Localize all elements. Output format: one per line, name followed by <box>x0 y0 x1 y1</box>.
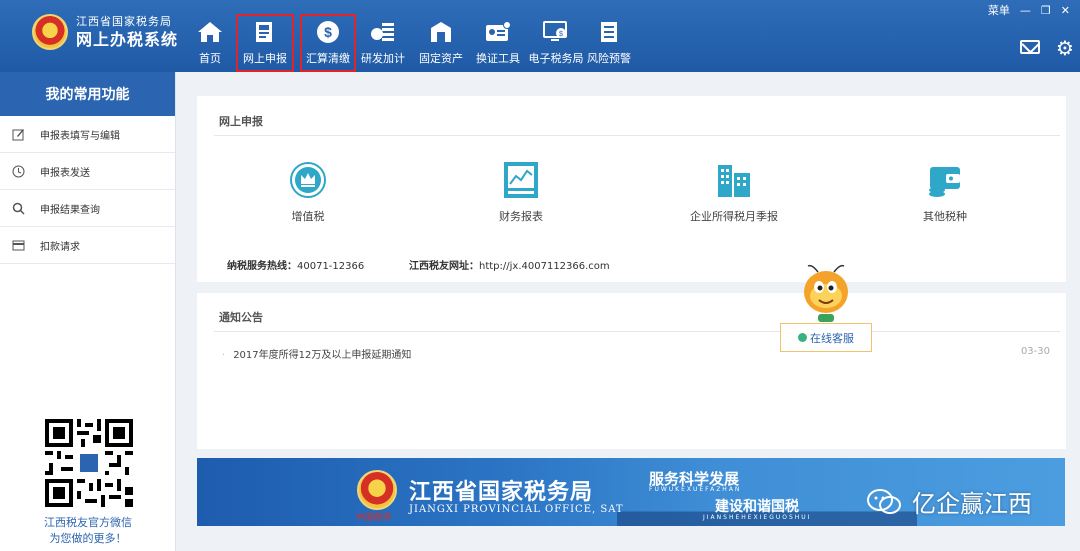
online-status-icon <box>798 333 807 342</box>
wallet-icon <box>11 238 25 252</box>
nav-e-tax-bureau[interactable]: $ 电子税务局 <box>528 14 584 72</box>
checklist-icon <box>596 19 622 45</box>
watermark-text: 亿企赢江西 <box>912 490 1032 518</box>
mascot-ant-icon <box>800 262 856 326</box>
sidebar: 我的常用功能 申报表填写与编辑 申报表发送 申报结果查询 扣款请求 江西税友官方… <box>0 72 176 551</box>
sidebar-item-label: 申报表发送 <box>40 167 90 179</box>
id-card-icon <box>485 19 511 45</box>
wechat-icon <box>866 488 902 516</box>
nav-home[interactable]: 首页 <box>189 14 231 72</box>
nav-annual-settlement[interactable]: $ 汇算清缴 <box>300 14 356 72</box>
sidebar-item-label: 扣款请求 <box>40 241 80 253</box>
banner-china-tax: 中国税务 <box>355 513 392 523</box>
declaration-title: 网上申报 <box>219 115 263 128</box>
notice-item[interactable]: · 2017年度所得12万及以上申报延期通知 03-30 <box>222 346 1050 361</box>
close-button[interactable]: ✕ <box>1061 4 1070 17</box>
nav-annual-settlement-label: 汇算清缴 <box>306 52 350 65</box>
website-label: 江西税友网址： <box>409 261 479 272</box>
nav-fixed-assets[interactable]: 固定资产 <box>414 14 468 72</box>
building-icon <box>428 19 454 45</box>
sidebar-item-send[interactable]: 申报表发送 <box>0 153 175 190</box>
nav-risk-warning[interactable]: 风险预警 <box>586 14 632 72</box>
search-icon <box>11 201 25 215</box>
monitor-icon: $ <box>543 19 569 45</box>
declare-financial-report-label: 财务报表 <box>499 210 543 223</box>
coins-icon <box>370 19 396 45</box>
banner-title: 江西省国家税务局 <box>409 479 594 505</box>
wechat-watermark: 亿企赢江西 <box>866 484 1032 519</box>
chart-icon <box>502 161 540 199</box>
banner-slogan2-en: JIANSHEHEXIEGUOSHUI <box>703 514 812 521</box>
top-header: 江西省国家税务局 网上办税系统 首页 网上申报 $ 汇算清缴 研发加计 固定资产… <box>0 0 1080 72</box>
svg-text:$: $ <box>324 24 332 40</box>
declare-corporate-income-tax[interactable]: 企业所得税月季报 <box>674 161 794 224</box>
brand-subtitle: 江西省国家税务局 <box>76 15 172 28</box>
brand-title: 网上办税系统 <box>76 30 179 49</box>
dollar-icon: $ <box>315 19 341 45</box>
qr-caption-line1: 江西税友官方微信 <box>44 516 132 529</box>
buildings-icon <box>715 161 753 199</box>
hotline-value: 40071-12366 <box>297 261 365 272</box>
minimize-button[interactable]: — <box>1020 4 1031 17</box>
declare-vat[interactable]: 增值税 <box>248 161 368 224</box>
main-nav: 首页 网上申报 $ 汇算清缴 研发加计 固定资产 换证工具 $ 电子税务局 风险… <box>189 14 632 72</box>
nav-fixed-assets-label: 固定资产 <box>419 52 463 65</box>
mail-icon[interactable] <box>1020 40 1040 54</box>
online-service-button[interactable]: 在线客服 <box>780 323 872 352</box>
service-hotline: 纳税服务热线：40071-12366 <box>227 257 364 272</box>
restore-button[interactable]: ❐ <box>1041 4 1051 17</box>
notice-item-title: · 2017年度所得12万及以上申报延期通知 <box>222 350 412 361</box>
tax-emblem-icon <box>357 470 397 510</box>
brand: 江西省国家税务局 网上办税系统 <box>32 14 178 50</box>
nav-rd-deduction[interactable]: 研发加计 <box>356 14 410 72</box>
document-icon <box>252 19 278 45</box>
menu-button[interactable]: 菜单 <box>988 2 1010 18</box>
divider <box>214 331 1060 332</box>
website-info: 江西税友网址：http://jx.4007112366.com <box>409 257 610 272</box>
hotline-label: 纳税服务热线： <box>227 261 297 272</box>
tax-emblem-icon <box>32 14 68 50</box>
crown-icon <box>289 161 327 199</box>
qr-caption-line2: 为您做的更多！ <box>49 532 127 545</box>
declare-financial-report[interactable]: 财务报表 <box>461 161 581 224</box>
banner-slogan2: 建设和谐国税 <box>715 499 799 515</box>
declare-other-taxes-label: 其他税种 <box>923 210 967 223</box>
nav-online-declare-label: 网上申报 <box>243 52 287 65</box>
nav-certificate-tool[interactable]: 换证工具 <box>470 14 526 72</box>
sidebar-item-label: 申报表填写与编辑 <box>40 130 120 142</box>
home-icon <box>197 19 223 45</box>
declare-other-taxes[interactable]: 其他税种 <box>885 161 1005 224</box>
declare-vat-label: 增值税 <box>291 210 325 223</box>
divider <box>214 135 1060 136</box>
nav-home-label: 首页 <box>199 52 221 65</box>
nav-risk-warning-label: 风险预警 <box>587 52 631 65</box>
send-icon <box>11 164 25 178</box>
notice-item-text: 2017年度所得12万及以上申报延期通知 <box>233 350 412 361</box>
gear-icon[interactable]: ⚙ <box>1056 38 1076 58</box>
wechat-qr-code <box>45 419 133 507</box>
sidebar-item-label: 申报结果查询 <box>40 204 100 216</box>
notice-title: 通知公告 <box>219 311 263 324</box>
nav-rd-deduction-label: 研发加计 <box>361 52 405 65</box>
banner-slogan1-en: FUWUKEXUEFAZHAN <box>649 486 742 493</box>
nav-online-declare[interactable]: 网上申报 <box>236 14 294 72</box>
sidebar-item-deduction-request[interactable]: 扣款请求 <box>0 227 175 264</box>
window-controls: 菜单 — ❐ ✕ <box>988 2 1070 18</box>
sidebar-item-result-query[interactable]: 申报结果查询 <box>0 190 175 227</box>
declare-corporate-income-tax-label: 企业所得税月季报 <box>690 210 778 223</box>
sidebar-item-fill-edit[interactable]: 申报表填写与编辑 <box>0 116 175 153</box>
website-url[interactable]: http://jx.4007112366.com <box>479 261 610 272</box>
nav-certificate-tool-label: 换证工具 <box>476 52 520 65</box>
nav-e-tax-bureau-label: 电子税务局 <box>528 52 584 65</box>
online-service-label: 在线客服 <box>810 331 854 345</box>
svg-text:$: $ <box>559 31 563 38</box>
edit-icon <box>11 127 25 141</box>
wallet-icon <box>926 161 964 199</box>
banner-title-en: JIANGXI PROVINCIAL OFFICE, SAT <box>409 504 624 515</box>
sidebar-title: 我的常用功能 <box>0 72 175 116</box>
notice-item-date: 03-30 <box>1020 346 1050 357</box>
notice-panel <box>197 293 1066 449</box>
